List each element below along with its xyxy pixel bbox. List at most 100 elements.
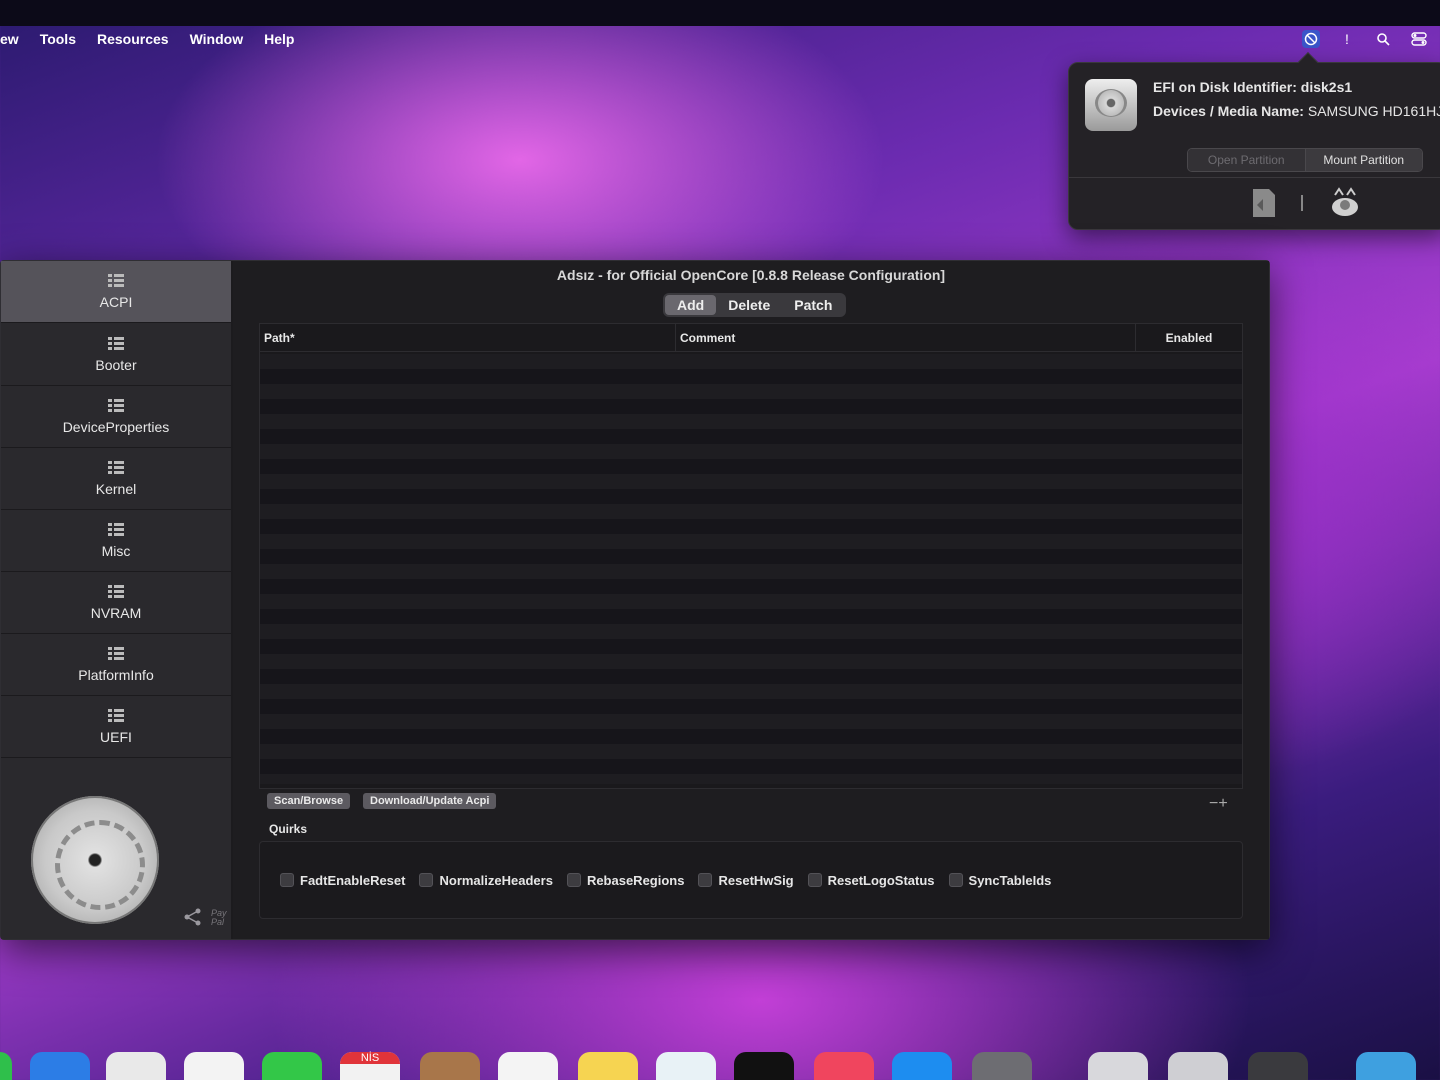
column-header-enabled[interactable]: Enabled — [1136, 324, 1242, 352]
dock-app-icon[interactable] — [0, 1052, 12, 1080]
checkbox[interactable] — [698, 873, 713, 887]
sidebar-item-booter[interactable]: Booter — [1, 324, 231, 386]
calendar-month: NİS — [340, 1052, 400, 1064]
efi-identifier-label: EFI on Disk Identifier: — [1153, 79, 1297, 95]
quirk-label: RebaseRegions — [586, 872, 685, 888]
quirk-fadtenablereset[interactable]: FadtEnableReset — [280, 873, 405, 888]
list-icon — [108, 398, 124, 413]
quirks-label: Quirks — [269, 822, 308, 836]
sidebar-item-platforminfo[interactable]: PlatformInfo — [1, 634, 231, 696]
checkbox[interactable] — [419, 873, 434, 887]
sidebar-item-nvram[interactable]: NVRAM — [1, 572, 231, 634]
system-preferences-icon[interactable] — [972, 1052, 1032, 1080]
mail-icon[interactable] — [30, 1052, 90, 1080]
mount-partition-button[interactable]: Mount Partition — [1305, 149, 1422, 171]
status-bar: ! — [1302, 26, 1428, 52]
sidebar-item-label: Misc — [101, 542, 131, 559]
popover-footer-separator — [1301, 195, 1303, 211]
freeform-icon[interactable] — [656, 1052, 716, 1080]
partition-buttons: Open Partition Mount Partition — [1187, 148, 1423, 172]
section-tabs: Add Delete Patch — [663, 293, 847, 317]
table-rows[interactable] — [260, 354, 1242, 784]
tab-add[interactable]: Add — [665, 295, 717, 315]
menu-help[interactable]: Help — [264, 31, 294, 47]
efi-mounter-icon[interactable] — [1302, 30, 1320, 48]
popover-divider — [1069, 177, 1440, 178]
opencore-app-icon[interactable] — [1248, 1052, 1308, 1080]
quirk-rebaseregions[interactable]: RebaseRegions — [566, 872, 685, 888]
quirk-label: ResetLogoStatus — [827, 872, 935, 888]
popover-arrow — [1298, 52, 1318, 72]
quirk-synctableids[interactable]: SyncTableIds — [948, 872, 1052, 888]
media-name-label: Devices / Media Name: — [1153, 103, 1304, 119]
sidebar-item-label: DeviceProperties — [62, 418, 170, 435]
sidebar-item-label: NVRAM — [90, 604, 142, 621]
photos-icon[interactable] — [184, 1052, 244, 1080]
checkbox[interactable] — [280, 873, 294, 887]
menu-resources[interactable]: Resources — [97, 31, 169, 47]
table-header: Path* Comment Enabled — [260, 324, 1242, 352]
sidebar: ACPI Booter DeviceProperties Kernel Misc… — [1, 261, 231, 939]
quirks-box: FadtEnableReset NormalizeHeaders RebaseR… — [259, 841, 1243, 919]
menu-window[interactable]: Window — [190, 31, 244, 47]
quirk-resethwsig[interactable]: ResetHwSig — [698, 872, 794, 888]
control-center-icon[interactable] — [1410, 30, 1428, 48]
menu-view[interactable]: ew — [0, 31, 19, 47]
column-header-comment[interactable]: Comment — [676, 324, 1136, 351]
open-partition-button[interactable]: Open Partition — [1188, 149, 1306, 171]
music-icon[interactable] — [814, 1052, 874, 1080]
sidebar-item-uefi[interactable]: UEFI — [1, 696, 231, 758]
sidebar-item-label: UEFI — [100, 728, 132, 745]
sidebar-item-label: Booter — [95, 356, 137, 373]
maps-icon[interactable] — [106, 1052, 166, 1080]
screen-top-edge — [0, 0, 1440, 26]
list-icon — [108, 522, 124, 537]
notes-icon[interactable] — [578, 1052, 638, 1080]
efi-identifier-value: disk2s1 — [1300, 79, 1353, 95]
main-content: Adsız - for Official OpenCore [0.8.8 Rel… — [233, 261, 1269, 939]
utility-app-icon[interactable] — [1088, 1052, 1148, 1080]
list-icon — [108, 460, 124, 475]
media-name-line: Devices / Media Name: SAMSUNG HD161HJ — [1153, 103, 1440, 119]
menu-tools[interactable]: Tools — [40, 31, 76, 47]
scan-browse-button[interactable]: Scan/Browse — [267, 793, 351, 809]
reminders-icon[interactable] — [498, 1052, 558, 1080]
contacts-icon[interactable] — [420, 1052, 480, 1080]
sidebar-item-label: ACPI — [99, 293, 133, 310]
hard-disk-icon — [1085, 79, 1137, 131]
checkbox[interactable] — [807, 873, 822, 887]
list-icon — [108, 646, 124, 661]
tab-patch[interactable]: Patch — [782, 295, 844, 315]
sidebar-item-label: PlatformInfo — [78, 666, 154, 683]
quirk-label: SyncTableIds — [968, 872, 1052, 888]
downloads-folder-icon[interactable] — [1356, 1052, 1416, 1080]
app-store-icon[interactable] — [892, 1052, 952, 1080]
calendar-icon[interactable]: NİS — [340, 1052, 400, 1080]
facetime-icon[interactable] — [262, 1052, 322, 1080]
paypal-icon[interactable]: Pay Pal — [211, 909, 231, 927]
quirk-label: ResetHwSig — [718, 872, 794, 888]
column-header-path[interactable]: Path* — [260, 324, 676, 351]
search-icon[interactable] — [1374, 30, 1392, 48]
tab-delete[interactable]: Delete — [716, 295, 782, 315]
sidebar-item-kernel[interactable]: Kernel — [1, 448, 231, 510]
add-remove-icon[interactable]: −+ — [1209, 795, 1228, 813]
menu-bar: ew Tools Resources Window Help — [0, 26, 1440, 52]
eject-document-icon[interactable] — [1249, 187, 1279, 219]
quirk-normalizeheaders[interactable]: NormalizeHeaders — [419, 873, 553, 888]
apple-tv-icon[interactable] — [734, 1052, 794, 1080]
sidebar-item-acpi[interactable]: ACPI — [1, 261, 231, 323]
sidebar-item-misc[interactable]: Misc — [1, 510, 231, 572]
download-update-acpi-button[interactable]: Download/Update Acpi — [363, 793, 497, 809]
alert-icon[interactable]: ! — [1338, 30, 1356, 48]
app-logo-icon[interactable] — [1329, 187, 1359, 219]
quirk-resetlogostatus[interactable]: ResetLogoStatus — [807, 872, 935, 888]
directory-utility-icon[interactable] — [1168, 1052, 1228, 1080]
sidebar-item-label: Kernel — [95, 480, 137, 497]
list-icon — [108, 336, 124, 351]
share-icon[interactable] — [183, 907, 203, 927]
checkbox[interactable] — [948, 873, 963, 887]
sidebar-item-deviceproperties[interactable]: DeviceProperties — [1, 386, 231, 448]
quirk-label: FadtEnableReset — [300, 872, 406, 888]
checkbox[interactable] — [566, 873, 581, 887]
